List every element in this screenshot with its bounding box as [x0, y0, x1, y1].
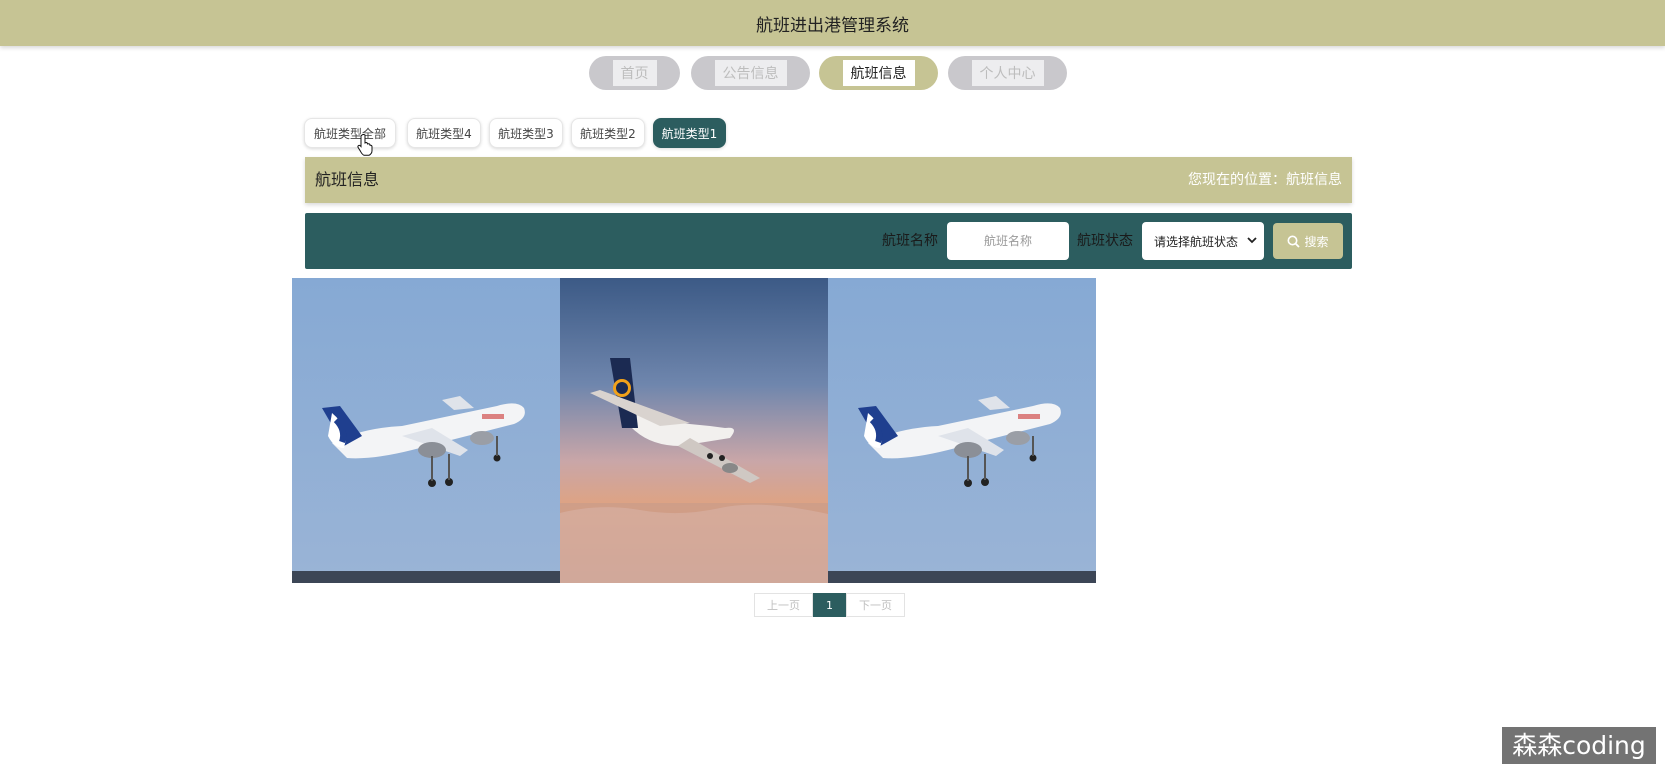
type-filter-1[interactable]: 航班类型1	[653, 118, 726, 148]
type-filter-2[interactable]: 航班类型2	[571, 118, 645, 148]
airbus-a320neo-image	[292, 278, 560, 583]
watermark: 森森coding	[1502, 727, 1656, 764]
chevron-down-icon	[1247, 237, 1257, 244]
flight-gallery	[292, 278, 1097, 583]
breadcrumb: 您现在的位置：航班信息	[1188, 157, 1342, 203]
breadcrumb-label: 您现在的位置：	[1188, 172, 1286, 188]
main-nav: 首页 公告信息 航班信息 个人中心	[0, 56, 1665, 92]
nav-home[interactable]: 首页	[589, 56, 680, 90]
flight-card[interactable]	[560, 278, 828, 583]
section-title: 航班信息	[315, 170, 380, 189]
flight-name-label: 航班名称	[882, 233, 938, 249]
flight-card[interactable]	[292, 278, 560, 583]
hand-cursor-icon	[357, 134, 373, 156]
search-button[interactable]: 搜索	[1273, 223, 1343, 259]
type-filter-3[interactable]: 航班类型3	[489, 118, 563, 148]
nav-announcements-label: 公告信息	[714, 60, 787, 86]
breadcrumb-bar: 航班信息 您现在的位置：航班信息	[305, 157, 1352, 203]
nav-flight-info-label: 航班信息	[842, 60, 915, 86]
app-header: 航班进出港管理系统	[0, 0, 1665, 46]
nav-announcements[interactable]: 公告信息	[691, 56, 810, 90]
lufthansa-747-image	[560, 278, 828, 583]
flight-name-input[interactable]	[947, 222, 1069, 260]
pagination: 上一页 1 下一页	[754, 593, 905, 617]
nav-home-label: 首页	[612, 60, 657, 86]
nav-personal-center[interactable]: 个人中心	[948, 56, 1067, 90]
search-button-label: 搜索	[1304, 234, 1329, 249]
breadcrumb-current[interactable]: 航班信息	[1286, 172, 1342, 188]
current-page[interactable]: 1	[813, 593, 846, 617]
flight-status-label: 航班状态	[1077, 233, 1133, 249]
next-page-button[interactable]: 下一页	[846, 593, 905, 617]
app-title: 航班进出港管理系统	[756, 15, 909, 36]
flight-status-select[interactable]: 请选择航班状态	[1142, 222, 1264, 260]
type-filter-all[interactable]: 航班类型全部	[304, 118, 396, 148]
flight-status-selected: 请选择航班状态	[1154, 234, 1239, 249]
nav-flight-info[interactable]: 航班信息	[819, 56, 938, 90]
nav-personal-center-label: 个人中心	[971, 60, 1044, 86]
airbus-a320neo-image	[828, 278, 1096, 583]
prev-page-button[interactable]: 上一页	[754, 593, 813, 617]
type-filter-4[interactable]: 航班类型4	[407, 118, 481, 148]
flight-card[interactable]	[828, 278, 1096, 583]
search-bar: 航班名称 航班状态 请选择航班状态 搜索	[305, 213, 1352, 269]
search-icon	[1287, 235, 1301, 248]
